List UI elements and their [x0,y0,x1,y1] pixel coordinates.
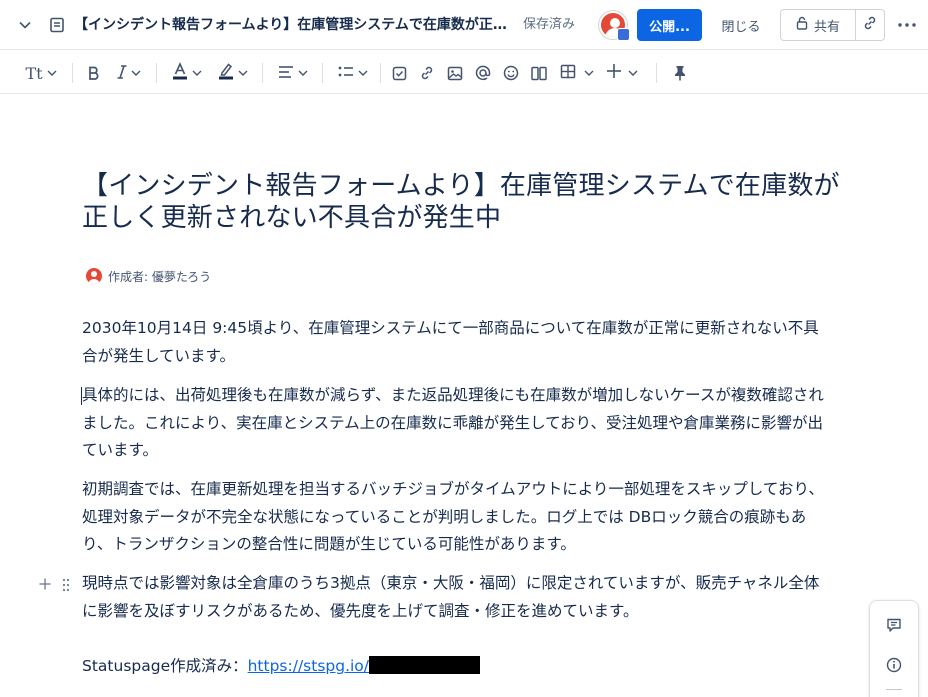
body-paragraph[interactable]: 具体的には、出荷処理後も在庫数が減らず、また返品処理後にも在庫数が増加しないケー… [82,382,834,465]
editor-toolbar: Tt [0,51,928,94]
lock-icon [796,16,808,34]
publish-button[interactable]: 公開... [637,9,702,41]
author-avatar-icon [86,268,102,284]
share-label: 共有 [813,19,840,35]
highlight-dropdown[interactable] [216,61,250,85]
toolbar-divider [380,63,381,83]
image-icon[interactable] [446,61,464,85]
panel-divider [886,689,902,690]
chevron-down-icon[interactable] [18,18,32,32]
share-button[interactable]: 共有 [780,9,856,41]
mention-icon[interactable] [474,61,492,85]
copy-link-button[interactable] [855,9,885,41]
page-title[interactable]: 【インシデント報告フォームより】在庫管理システムで在庫数が正しく更新されない不具… [82,170,842,234]
list-dropdown[interactable] [336,61,370,85]
link-icon[interactable] [418,61,436,85]
drag-handle-icon[interactable] [62,577,72,593]
toolbar-divider [156,63,157,83]
highlight-icon [218,62,234,84]
align-icon [278,64,294,83]
save-status: 保存済み [523,17,576,32]
statuspage-label: Statuspage作成済み： [82,657,248,675]
statuspage-link[interactable]: https://stspg.io/ [248,657,369,675]
add-block-icon[interactable] [38,576,52,592]
info-icon[interactable] [882,653,906,677]
toolbar-divider [72,63,73,83]
toolbar-divider [322,63,323,83]
italic-icon [117,64,127,83]
body-paragraph[interactable]: 初期調査では、在庫更新処理を担当するバッチジョブがタイムアウトにより一部処理をス… [82,476,834,559]
layout-icon[interactable] [530,61,548,85]
link-icon [862,15,878,35]
text-color-dropdown[interactable] [170,61,204,85]
body-paragraph[interactable]: 現時点では影響対象は全倉庫のうち3拠点（東京・大阪・福岡）に限定されていますが、… [82,570,834,625]
text-style-label: Tt [25,63,43,83]
byline: 作成者: 優夢たろう [86,266,211,286]
header-document-title: 【インシデント報告フォームより】在庫管理システムで在庫数が正し... [74,17,520,33]
emoji-icon[interactable] [502,61,520,85]
insert-dropdown[interactable] [604,61,640,85]
more-icon[interactable] [894,12,920,38]
body-paragraph[interactable]: 2030年10月14日 9:45頃より、在庫管理システムにて一部商品について在庫… [82,315,834,370]
italic-dropdown[interactable] [112,61,146,85]
text-style-dropdown[interactable]: Tt [22,61,60,85]
side-action-panel [869,600,919,697]
bold-icon[interactable] [84,61,104,85]
table-icon [560,64,576,83]
page-icon [48,16,66,34]
bullet-list-icon [338,64,354,83]
toolbar-divider [262,63,263,83]
comment-icon[interactable] [882,613,906,637]
table-dropdown[interactable] [558,61,596,85]
text-color-icon [172,62,188,84]
insert-icon [606,63,622,83]
collaborator-badge-icon [617,28,630,41]
align-dropdown[interactable] [276,61,310,85]
task-icon[interactable] [390,61,408,85]
statuspage-paragraph: Statuspage作成済み：https://stspg.io/ [82,653,834,681]
close-button[interactable]: 閉じる [712,9,770,41]
pin-icon[interactable] [671,61,689,85]
redacted-block [369,656,481,674]
author-label: 作成者: 優夢たろう [108,269,212,284]
top-header: 【インシデント報告フォームより】在庫管理システムで在庫数が正し... 保存済み … [0,0,928,50]
toolbar-divider [656,63,657,83]
